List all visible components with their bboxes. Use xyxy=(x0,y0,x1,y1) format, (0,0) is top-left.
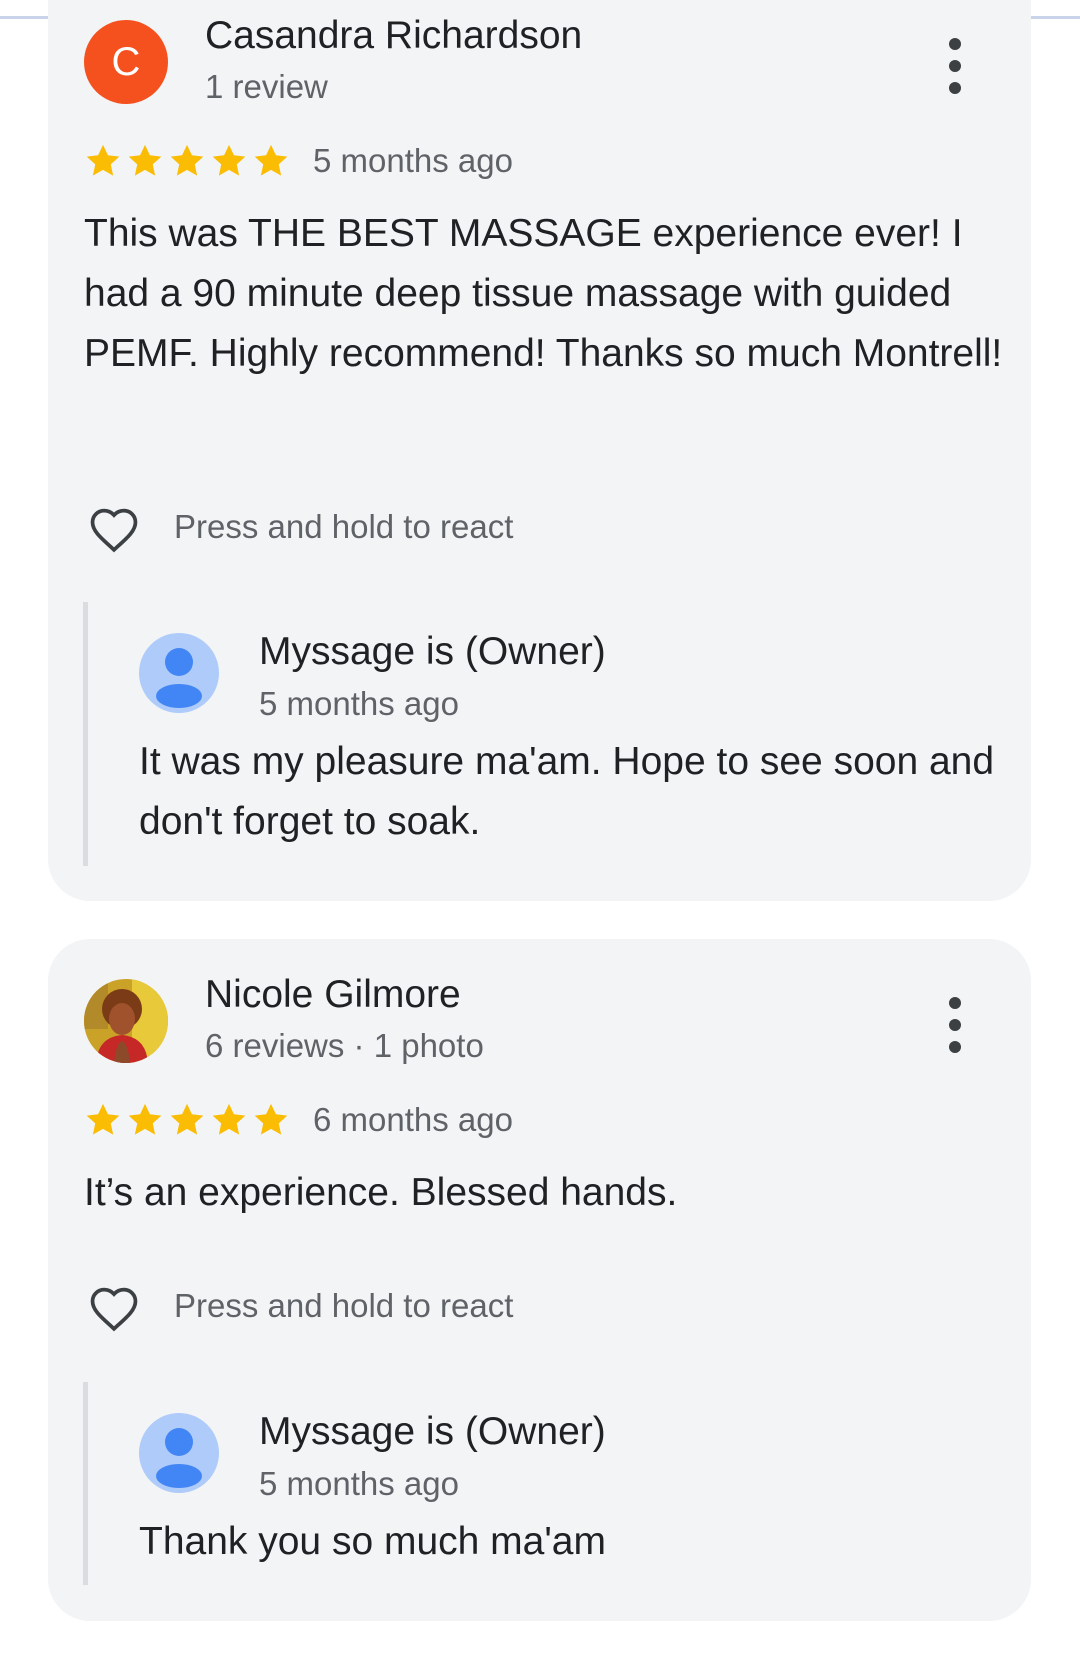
react-label[interactable]: Press and hold to react xyxy=(174,1287,513,1325)
avatar[interactable]: C xyxy=(84,20,168,104)
star-icon xyxy=(128,144,162,176)
star-rating xyxy=(84,142,290,180)
author-meta: 6 reviews · 1 photo xyxy=(205,1027,484,1064)
owner-avatar xyxy=(139,633,219,713)
owner-name: Myssage is (Owner) xyxy=(259,1410,606,1453)
review-time: 6 months ago xyxy=(313,1101,513,1138)
react-label[interactable]: Press and hold to react xyxy=(174,508,513,546)
heart-outline-icon[interactable] xyxy=(84,502,144,558)
profile-photo xyxy=(84,979,168,1063)
owner-reply-text: Thank you so much ma'am xyxy=(139,1520,606,1563)
star-icon xyxy=(128,1103,162,1135)
star-icon xyxy=(170,1103,204,1135)
owner-reply-text: It was my pleasure ma'am. Hope to see so… xyxy=(139,740,995,843)
star-rating xyxy=(84,1101,290,1139)
review-time: 5 months ago xyxy=(313,142,513,179)
owner-reply-time: 5 months ago xyxy=(259,685,459,722)
star-icon xyxy=(254,1103,288,1135)
star-icon xyxy=(86,144,120,176)
more-options-icon[interactable] xyxy=(940,997,970,1053)
star-icon xyxy=(212,144,246,176)
reply-divider xyxy=(83,1382,88,1585)
author-meta: 1 review xyxy=(205,68,328,105)
avatar-initial: C xyxy=(111,39,141,84)
review-text: This was THE BEST MASSAGE experience eve… xyxy=(84,212,1003,375)
author-name[interactable]: Nicole Gilmore xyxy=(205,973,461,1017)
star-icon xyxy=(86,1103,120,1135)
more-options-icon[interactable] xyxy=(940,38,970,94)
heart-outline-icon[interactable] xyxy=(84,1281,144,1337)
reply-divider xyxy=(83,602,88,866)
author-name[interactable]: Casandra Richardson xyxy=(205,14,582,58)
review-card: C Casandra Richardson 1 review 5 months … xyxy=(48,0,1031,901)
review-card: Nicole Gilmore 6 reviews · 1 photo 6 mon… xyxy=(48,939,1031,1621)
avatar[interactable] xyxy=(84,979,168,1063)
star-icon xyxy=(212,1103,246,1135)
owner-avatar xyxy=(139,1413,219,1493)
person-icon xyxy=(156,1428,202,1488)
owner-name: Myssage is (Owner) xyxy=(259,630,606,673)
owner-reply-time: 5 months ago xyxy=(259,1465,459,1502)
star-icon xyxy=(254,144,288,176)
review-text: It’s an experience. Blessed hands. xyxy=(84,1171,678,1214)
person-icon xyxy=(156,648,202,708)
star-icon xyxy=(170,144,204,176)
